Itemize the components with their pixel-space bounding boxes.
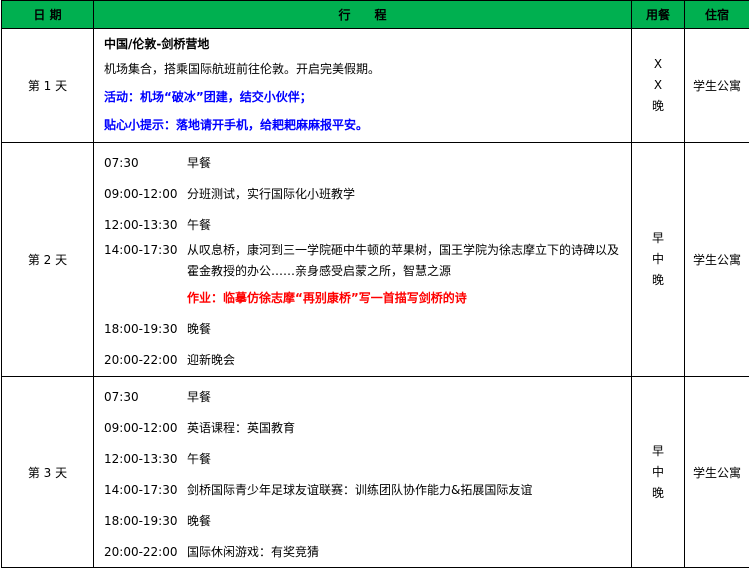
- item-time: 14:00-17:30: [104, 240, 187, 261]
- item-desc: 分班测试，实行国际化小班教学: [187, 185, 355, 202]
- schedule-item: 12:00-13:30午餐: [104, 443, 631, 474]
- meals-cell: X X 晚: [632, 29, 685, 143]
- schedule-item: 07:30早餐: [104, 381, 631, 412]
- item-time: 09:00-12:00: [104, 187, 187, 201]
- item-time: 12:00-13:30: [104, 452, 187, 466]
- day-itinerary: 07:30早餐 09:00-12:00英语课程：英国教育 12:00-13:30…: [94, 377, 632, 568]
- lodging-cell: 学生公寓: [685, 377, 749, 568]
- header-date: 日 期: [2, 1, 94, 29]
- item-desc: 英语课程：英国教育: [187, 419, 295, 436]
- day-row: 第 2 天 07:30早餐 09:00-12:00分班测试，实行国际化小班教学 …: [2, 143, 749, 377]
- item-time: 12:00-13:30: [104, 218, 187, 232]
- meal-dinner: 晚: [632, 96, 684, 117]
- item-time: 07:30: [104, 390, 187, 404]
- meal-lunch: X: [632, 75, 684, 96]
- item-desc: 迎新晚会: [187, 351, 235, 368]
- schedule-item: 09:00-12:00分班测试，实行国际化小班教学: [104, 178, 631, 209]
- item-time: 20:00-22:00: [104, 545, 187, 559]
- lodging-cell: 学生公寓: [685, 29, 749, 143]
- day-title: 中国/伦敦-剑桥营地: [104, 33, 631, 55]
- homework-note: 作业：临摹仿徐志摩“再别康桥”写一首描写剑桥的诗: [104, 282, 631, 313]
- meal-dinner: 晚: [632, 483, 684, 504]
- item-desc: 午餐: [187, 216, 211, 233]
- meal-breakfast: X: [632, 54, 684, 75]
- tip-note: 贴心小提示：落地请开手机，给耙耙麻麻报平安。: [104, 111, 631, 139]
- header-lodging: 住宿: [685, 1, 749, 29]
- item-desc: 早餐: [187, 154, 211, 171]
- item-desc: 国际休闲游戏：有奖竞猜: [187, 543, 319, 560]
- header-itinerary: 行 程: [94, 1, 632, 29]
- day-itinerary: 中国/伦敦-剑桥营地 机场集合，搭乘国际航班前往伦敦。开启完美假期。 活动：机场…: [94, 29, 632, 143]
- schedule-item: 20:00-22:00迎新晚会: [104, 344, 631, 375]
- item-desc: 晚餐: [187, 512, 211, 529]
- meal-breakfast: 早: [632, 441, 684, 462]
- item-desc: 晚餐: [187, 320, 211, 337]
- header-meals: 用餐: [632, 1, 685, 29]
- meal-dinner: 晚: [632, 270, 684, 291]
- meals-cell: 早 中 晚: [632, 377, 685, 568]
- meals-cell: 早 中 晚: [632, 143, 685, 377]
- item-time: 09:00-12:00: [104, 421, 187, 435]
- item-time: 14:00-17:30: [104, 483, 187, 497]
- item-desc: 剑桥国际青少年足球友谊联赛：训练团队协作能力&拓展国际友谊: [187, 481, 532, 498]
- schedule-item: 14:00-17:30剑桥国际青少年足球友谊联赛：训练团队协作能力&拓展国际友谊: [104, 474, 631, 505]
- lodging-cell: 学生公寓: [685, 143, 749, 377]
- header-row: 日 期 行 程 用餐 住宿: [2, 1, 749, 29]
- schedule-item: 07:30早餐: [104, 147, 631, 178]
- schedule-item: 14:00-17:30从叹息桥，康河到三一学院砸中牛顿的苹果树，国王学院为徐志摩…: [104, 240, 631, 282]
- day-row: 第 3 天 07:30早餐 09:00-12:00英语课程：英国教育 12:00…: [2, 377, 749, 568]
- schedule-item: 20:00-22:00国际休闲游戏：有奖竞猜: [104, 536, 631, 567]
- day-itinerary: 07:30早餐 09:00-12:00分班测试，实行国际化小班教学 12:00-…: [94, 143, 632, 377]
- item-desc: 午餐: [187, 450, 211, 467]
- item-time: 18:00-19:30: [104, 322, 187, 336]
- item-time: 20:00-22:00: [104, 353, 187, 367]
- meal-breakfast: 早: [632, 228, 684, 249]
- day-label: 第 1 天: [2, 29, 94, 143]
- item-desc: 从叹息桥，康河到三一学院砸中牛顿的苹果树，国王学院为徐志摩立下的诗碑以及霍金教授…: [187, 240, 627, 282]
- item-desc: 早餐: [187, 388, 211, 405]
- activity-note: 活动：机场“破冰”团建，结交小伙伴；: [104, 83, 631, 111]
- meal-lunch: 中: [632, 249, 684, 270]
- day-text: 机场集合，搭乘国际航班前往伦敦。开启完美假期。: [104, 55, 631, 83]
- schedule-item: 09:00-12:00英语课程：英国教育: [104, 412, 631, 443]
- meal-lunch: 中: [632, 462, 684, 483]
- schedule-item: 18:00-19:30晚餐: [104, 313, 631, 344]
- day-label: 第 2 天: [2, 143, 94, 377]
- schedule-item: 12:00-13:30午餐: [104, 209, 631, 240]
- item-time: 07:30: [104, 156, 187, 170]
- day-label: 第 3 天: [2, 377, 94, 568]
- itinerary-table: 日 期 行 程 用餐 住宿 第 1 天 中国/伦敦-剑桥营地 机场集合，搭乘国际…: [1, 0, 749, 568]
- item-time: 18:00-19:30: [104, 514, 187, 528]
- day-row: 第 1 天 中国/伦敦-剑桥营地 机场集合，搭乘国际航班前往伦敦。开启完美假期。…: [2, 29, 749, 143]
- schedule-item: 18:00-19:30晚餐: [104, 505, 631, 536]
